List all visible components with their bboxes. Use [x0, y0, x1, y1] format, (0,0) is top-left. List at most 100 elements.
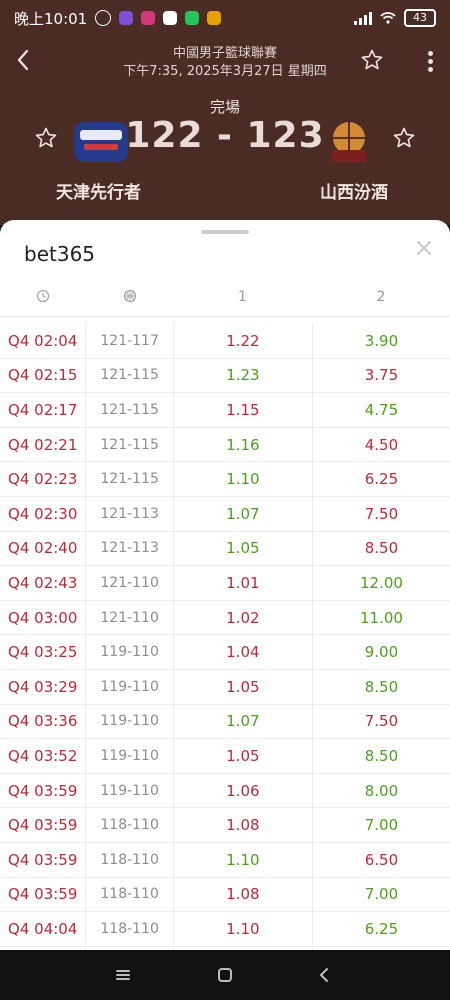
recent-apps-icon[interactable] [114, 966, 132, 984]
odds-row-2: 4.75 [364, 400, 399, 419]
sheet-grabber[interactable] [201, 230, 249, 234]
odds-row-score: 118-110 [86, 808, 174, 842]
odds-row-score: 119-110 [86, 739, 174, 773]
close-icon[interactable] [414, 238, 434, 258]
odds-row: Q4 02:17 121-115 1.15 4.75 [0, 393, 450, 428]
odds-row-2: 7.50 [364, 712, 399, 731]
odds-1-column-header: 1 [238, 289, 247, 305]
odds-row-1: 1.07 [174, 496, 313, 531]
odds-row-2: 8.50 [364, 746, 399, 765]
odds-row-time: Q4 03:25 [0, 635, 87, 669]
home-icon[interactable] [216, 966, 234, 984]
odds-row-time: Q4 02:30 [0, 496, 87, 531]
back-icon[interactable] [316, 966, 334, 984]
away-favorite-star-icon[interactable] [392, 126, 416, 150]
odds-row-time: Q4 02:04 [0, 324, 87, 358]
odds-row-score: 119-110 [86, 635, 174, 669]
system-navigation-bar [0, 950, 450, 1000]
odds-row-1: 1.04 [174, 635, 313, 669]
odds-row-2: 7.00 [364, 816, 399, 835]
odds-row-1: 1.08 [174, 877, 313, 912]
top-bar: 中國男子籃球聯賽 下午7:35, 2025年3月27日 星期四 [0, 42, 450, 82]
odds-row-time: Q4 03:59 [0, 877, 87, 912]
odds-row-score: 118-110 [86, 877, 174, 912]
odds-row-time: Q4 03:29 [0, 669, 87, 704]
home-team-logo[interactable] [72, 118, 130, 166]
match-score: 122 - 123 [125, 115, 325, 156]
odds-row-score: 121-113 [86, 531, 174, 566]
odds-bottom-sheet: bet365 1 2 Q4 02:04 121-117 1.22 3.90 Q4 02:… [0, 220, 450, 950]
bookmaker-title: bet365 [24, 242, 96, 266]
status-time: 晚上10:01 [14, 9, 88, 28]
wifi-icon [380, 12, 396, 24]
odds-row-time: Q4 02:40 [0, 531, 87, 566]
odds-row: Q4 04:04 118-110 1.10 6.25 [0, 912, 450, 947]
odds-row-score: 121-115 [86, 393, 174, 427]
more-vertical-icon[interactable] [426, 48, 434, 76]
odds-row: Q4 02:43 121-110 1.01 12.00 [0, 566, 450, 601]
odds-row-score: 121-113 [86, 496, 174, 531]
odds-row: Q4 02:23 121-115 1.10 6.25 [0, 462, 450, 497]
mail-icon [119, 11, 134, 25]
odds-row-time: Q4 02:17 [0, 393, 87, 427]
odds-row-2: 7.00 [364, 885, 399, 904]
game-icon [207, 11, 222, 25]
away-team-name[interactable]: 山西汾酒 [320, 178, 388, 203]
odds-row-2: 8.50 [364, 539, 399, 558]
odds-row-time: Q4 03:36 [0, 704, 87, 739]
score-column-header [86, 288, 173, 307]
odds-row-2: 11.00 [359, 608, 403, 627]
time-column-header [0, 288, 86, 307]
odds-row-score: 118-110 [86, 842, 174, 877]
odds-row-1: 1.07 [174, 704, 313, 739]
odds-row-time: Q4 03:00 [0, 600, 87, 635]
home-team-name[interactable]: 天津先行者 [56, 178, 141, 203]
odds-row-1: 1.22 [174, 324, 313, 358]
odds-row-score: 121-110 [86, 600, 174, 635]
odds-row-2: 7.50 [364, 504, 399, 523]
google-icon [163, 11, 178, 25]
odds-2-column-header: 2 [376, 289, 386, 305]
odds-row-1: 1.16 [174, 427, 313, 462]
odds-row-time: Q4 03:59 [0, 773, 87, 808]
home-favorite-star-icon[interactable] [34, 126, 58, 150]
line-icon [185, 11, 200, 25]
away-team-logo[interactable] [320, 118, 378, 166]
odds-row-2: 9.00 [364, 643, 399, 662]
odds-row-score: 119-110 [86, 669, 174, 704]
odds-row-1: 1.05 [174, 669, 313, 704]
odds-row-2: 6.25 [364, 470, 399, 489]
odds-row-2: 3.75 [364, 366, 399, 385]
odds-row-2: 6.50 [364, 850, 399, 869]
odds-row-score: 121-110 [86, 566, 174, 600]
odds-row-score: 121-115 [86, 462, 174, 496]
odds-row-1: 1.23 [174, 358, 313, 393]
odds-row-time: Q4 04:04 [0, 912, 87, 946]
odds-row-1: 1.05 [174, 739, 313, 773]
odds-row: Q4 03:36 119-110 1.07 7.50 [0, 704, 450, 740]
odds-row-2: 6.25 [364, 919, 399, 938]
odds-row-score: 121-115 [86, 358, 174, 393]
match-status: 完場 [209, 98, 240, 116]
basketball-icon [123, 289, 136, 302]
odds-row: Q4 03:29 119-110 1.05 8.50 [0, 669, 450, 705]
odds-row: Q4 03:59 118-110 1.10 6.50 [0, 842, 450, 878]
odds-row: Q4 03:59 118-110 1.08 7.00 [0, 808, 450, 843]
odds-row-1: 1.01 [174, 566, 313, 600]
odds-table-body: Q4 02:04 121-117 1.22 3.90 Q4 02:15 121-115 1.… [0, 324, 450, 950]
odds-row-score: 119-110 [86, 773, 174, 808]
odds-table-header: 1 2 [0, 278, 450, 317]
match-header: 晚上10:01 43 中國男子籃球聯賽 下午7:35, 2025年3月27日 星… [0, 0, 450, 225]
odds-row-1: 1.05 [174, 531, 313, 566]
odds-row-score: 118-110 [86, 912, 174, 946]
odds-row-time: Q4 03:52 [0, 739, 87, 773]
star-outline-icon[interactable] [360, 48, 384, 72]
odds-row-1: 1.10 [174, 842, 313, 877]
odds-row-2: 8.00 [364, 781, 399, 800]
odds-row: Q4 02:04 121-117 1.22 3.90 [0, 324, 450, 359]
odds-row-score: 119-110 [86, 704, 174, 739]
odds-row: Q4 02:40 121-113 1.05 8.50 [0, 531, 450, 567]
odds-row: Q4 03:59 118-110 1.08 7.00 [0, 877, 450, 913]
status-bar: 晚上10:01 43 [0, 0, 450, 36]
odds-row: Q4 03:52 119-110 1.05 8.50 [0, 739, 450, 774]
